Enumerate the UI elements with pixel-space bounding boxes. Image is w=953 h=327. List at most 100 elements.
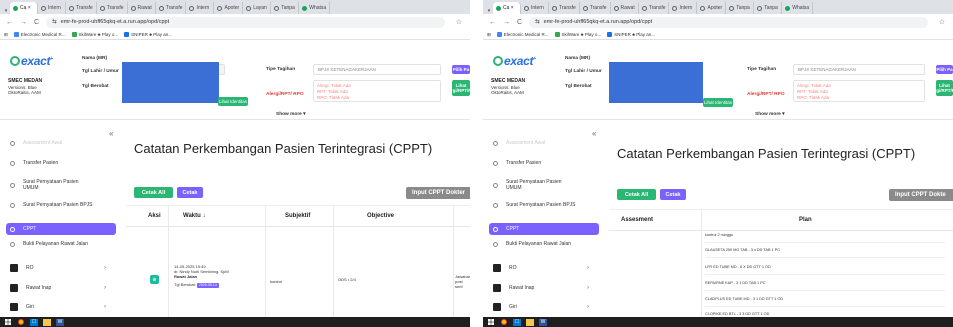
input-cppt-dokter-button[interactable]: Input CPPT Dokter (406, 187, 470, 199)
tab-item[interactable]: Rawat (611, 2, 639, 14)
url-input[interactable]: ⇆ emr-fe-prod-uhff65qkq-et.a.run.app/opd/… (529, 16, 928, 28)
cetak-button[interactable]: Cetak (660, 189, 686, 200)
tab-item[interactable]: Apoter (214, 2, 244, 14)
back-icon[interactable]: ← (489, 19, 496, 26)
cetak-all-button[interactable]: Cetak All (134, 187, 173, 198)
chrome-icon[interactable] (500, 319, 508, 326)
reload-icon[interactable]: C (34, 19, 39, 26)
site-info-icon[interactable]: ⇆ (52, 19, 57, 25)
column-header-waktu[interactable]: Waktu ↓ (183, 213, 205, 219)
tab-item[interactable]: Intern (38, 2, 66, 14)
outlook-icon[interactable]: ☐ (30, 318, 38, 326)
sidebar-item-surat-umum[interactable]: Surat Pernyataan Pasien UMUM (10, 179, 114, 191)
apps-grid-icon[interactable]: ⊞ (4, 32, 8, 38)
tab-item[interactable]: Intern (669, 2, 698, 14)
tab-item[interactable]: Transfe (97, 2, 128, 14)
tab-item[interactable]: Transfe (66, 2, 97, 14)
tab-item[interactable]: Transfe (580, 2, 611, 14)
chrome-icon[interactable] (17, 319, 25, 326)
tipe-tagihan-field: BPJS KETENAGAKERJAAN (793, 64, 925, 75)
edit-row-icon[interactable]: ⊕ (150, 275, 159, 284)
sidebar-item-giri[interactable]: Giri › (10, 303, 114, 311)
alergi-field: Alergi: Tidak Ada RPT: Tidak Ada RPO: Ti… (313, 80, 441, 102)
plan-line: CLOPIKE ED BTL - 3 3 DD GTT 1 OD (705, 312, 770, 316)
tab-item[interactable]: Apoter (697, 2, 727, 14)
giri-icon (10, 303, 18, 311)
lihat-alergi-button[interactable]: Lihat Alergi/RPT/RPO (444, 80, 470, 96)
collapse-sidebar-icon[interactable]: « (592, 129, 596, 138)
tab-item[interactable]: Intern (186, 2, 215, 14)
bookmark-item[interactable]: SNIPER ♣ Play an... (124, 32, 172, 37)
sidebar-item-giri[interactable]: Giri › (493, 303, 597, 311)
tab-item[interactable]: Whatsa (299, 2, 331, 14)
tab-item[interactable]: Transfe (156, 2, 187, 14)
redacted-block (609, 62, 703, 103)
sidebar-item-cppt[interactable]: CPPT (489, 223, 599, 235)
tab-item[interactable]: Tanpa (271, 2, 300, 14)
back-icon[interactable]: ← (6, 19, 13, 26)
sidebar-item-surat-bpjs[interactable]: Surat Pernyataan Pasien BPJS (493, 202, 597, 208)
file-explorer-icon[interactable] (43, 318, 51, 326)
tab-active[interactable]: Ca × (10, 2, 38, 14)
chevron-right-icon: › (587, 285, 589, 291)
sidebar-item-bukti-pelayanan[interactable]: Bukti Pelayanan Rawat Jalan (493, 241, 597, 247)
sidebar-item-surat-umum[interactable]: Surat Pernyataan Pasien UMUM (493, 179, 597, 191)
windows-start-icon[interactable] (487, 319, 495, 326)
cetak-button[interactable]: Cetak (177, 187, 203, 198)
bookmarks-bar: ⊞ Electronic Medical R... SkilWare ♣ Pla… (483, 30, 953, 40)
sidebar-item-cppt[interactable]: CPPT (6, 223, 116, 235)
tab-item[interactable]: Transfe (549, 2, 580, 14)
sidebar-item-surat-bpjs[interactable]: Surat Pernyataan Pasien BPJS (10, 202, 114, 208)
url-input[interactable]: ⇆ emr-fe-prod-uhff65qkq-et.a.run.app/opd/… (46, 16, 445, 28)
bookmark-item[interactable]: Electronic Medical R... (496, 32, 549, 37)
file-explorer-icon[interactable] (526, 318, 534, 326)
tab-item[interactable]: Rawat (128, 2, 156, 14)
bookmark-star-icon[interactable]: ☆ (939, 18, 945, 26)
bookmark-item[interactable]: SkilWare ♣ Play o... (554, 32, 601, 37)
show-more-link[interactable]: Show more ▾ (755, 112, 785, 117)
chevron-right-icon: › (587, 304, 589, 310)
word-icon[interactable]: W (539, 318, 547, 326)
input-cppt-dokter-button[interactable]: Input CPPT Dokte (889, 189, 953, 201)
sidebar-item-transfer-pasien[interactable]: Transfer Pasien (10, 160, 114, 166)
tab-item[interactable]: Layan (243, 2, 272, 14)
sidebar-item-rawat-inap[interactable]: Rawat Inap › (10, 284, 114, 292)
reload-icon[interactable]: C (517, 19, 522, 26)
forward-icon[interactable]: → (503, 19, 510, 26)
patient-header: exact+ SMEC MEDAN Versions: Blue OktoRai… (0, 40, 470, 120)
sidebar-item-assessment-awal[interactable]: Assessment Awal (493, 140, 597, 146)
bookmark-item[interactable]: SNIPER ♣ Play an... (607, 32, 655, 37)
bookmark-item[interactable]: Electronic Medical R... (13, 32, 66, 37)
collapse-sidebar-icon[interactable]: « (109, 129, 113, 138)
tab-item[interactable]: Tanpa (726, 2, 755, 14)
tab-item[interactable]: Whatsa (782, 2, 814, 14)
forward-icon[interactable]: → (20, 19, 27, 26)
word-icon[interactable]: W (56, 318, 64, 326)
tab-item[interactable]: Tanpa (754, 2, 783, 14)
outlook-icon[interactable]: ☐ (513, 318, 521, 326)
tab-item[interactable]: Intern (521, 2, 549, 14)
bookmark-star-icon[interactable]: ☆ (456, 18, 462, 26)
windows-start-icon[interactable] (4, 319, 12, 326)
table-header: Assesment Plan (609, 209, 953, 231)
lihat-alergi-button[interactable]: Lihat Alergi/RPT/RPO (928, 80, 953, 96)
sidebar-item-ro[interactable]: RO › (493, 264, 597, 272)
pilih-pasien-button[interactable]: Pilih Pa (936, 65, 953, 74)
tab-item[interactable]: Transfe (639, 2, 670, 14)
sidebar-item-assessment-awal[interactable]: Assessment Awal (10, 140, 114, 146)
site-info-icon[interactable]: ⇆ (535, 19, 540, 25)
cetak-all-button[interactable]: Cetak All (617, 189, 656, 200)
sidebar-item-bukti-pelayanan[interactable]: Bukti Pelayanan Rawat Jalan (10, 241, 114, 247)
sidebar-item-ro[interactable]: RO › (10, 264, 114, 272)
lihat-identitas-button[interactable]: Lihat Identitas (703, 98, 733, 107)
extra-cell: Jawaban post serit (455, 274, 470, 289)
column-header-assessment: Assesment (621, 217, 654, 223)
sidebar-item-rawat-inap[interactable]: Rawat Inap › (493, 284, 597, 292)
sidebar-item-transfer-pasien[interactable]: Transfer Pasien (493, 160, 597, 166)
pilih-pasien-button[interactable]: Pilih Pa (452, 65, 470, 74)
bookmark-item[interactable]: SkilWare ♣ Play o... (71, 32, 118, 37)
show-more-link[interactable]: Show more ▾ (276, 112, 306, 117)
tab-active[interactable]: Ca × (493, 2, 521, 14)
lihat-identitas-button[interactable]: Lihat Identitas (218, 97, 248, 106)
apps-grid-icon[interactable]: ⊞ (487, 32, 491, 38)
